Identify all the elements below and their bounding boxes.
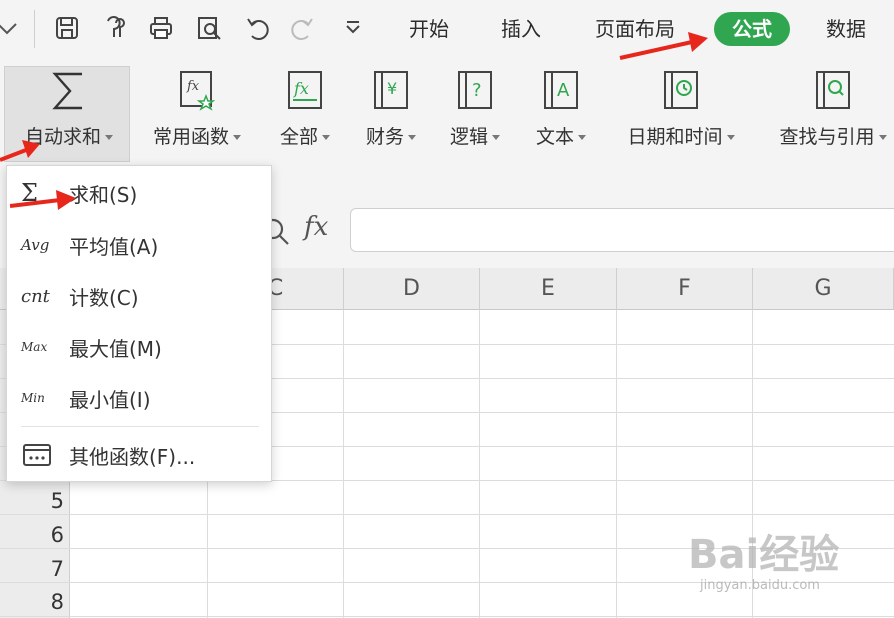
menu-separator [21, 426, 259, 427]
fx-star-icon: fx [177, 68, 217, 114]
grid-line [479, 310, 480, 618]
logic-question-icon: ? [455, 68, 495, 114]
menu-item-max[interactable]: Max 最大值(M) [7, 324, 271, 370]
function-dialog-icon [23, 444, 51, 466]
tab-insert[interactable]: 插入 [501, 12, 541, 46]
common-functions-button[interactable]: fx 常用函数 [142, 68, 252, 149]
common-functions-label: 常用函数 [152, 126, 229, 148]
tab-formulas[interactable]: 公式 [714, 12, 790, 46]
caret-down-icon [878, 134, 887, 140]
caret-down-icon [578, 134, 586, 140]
menu-item-label: 平均值(A) [69, 234, 159, 259]
annotation-arrow-sum [10, 190, 76, 210]
caret-down-icon [492, 134, 500, 140]
baidu-watermark-url: jingyan.baidu.com [700, 578, 820, 593]
finance-button[interactable]: ¥ 财务 [356, 68, 426, 149]
row-header-7[interactable]: 7 [0, 552, 70, 586]
annotation-arrow-formulas [619, 32, 708, 60]
svg-text:¥: ¥ [387, 79, 397, 98]
annotation-arrow-autosum [0, 140, 40, 162]
text-functions-button[interactable]: A 文本 [526, 68, 596, 149]
tab-data[interactable]: 数据 [826, 12, 866, 46]
grid-line [343, 310, 344, 618]
menu-item-label: 计数(C) [69, 285, 139, 310]
search-reference-icon [813, 68, 853, 114]
undo-icon[interactable] [242, 13, 272, 43]
date-time-button[interactable]: 日期和时间 [616, 68, 746, 149]
logic-button[interactable]: ? 逻辑 [440, 68, 510, 149]
svg-text:fx: fx [186, 79, 200, 94]
formula-input[interactable] [350, 208, 894, 252]
title-toolbar: 开始 插入 页面布局 公式 数据 [0, 0, 894, 58]
autosum-button[interactable]: 自动求和 [14, 68, 124, 149]
svg-text:?: ? [472, 80, 482, 101]
cnt-icon: cnt [21, 285, 50, 307]
menu-item-min[interactable]: Min 最小值(I) [7, 375, 271, 421]
fx-insert-function-button[interactable]: fx [304, 212, 328, 242]
text-a-icon: A [541, 68, 581, 114]
menu-item-label: 最小值(I) [69, 387, 151, 412]
customize-dropdown-icon[interactable] [338, 13, 368, 43]
chevron-down-icon[interactable] [0, 13, 22, 43]
logic-label: 逻辑 [449, 126, 488, 148]
print-preview-icon[interactable] [194, 13, 224, 43]
print-icon[interactable] [146, 13, 176, 43]
grid-line [616, 310, 617, 618]
save-icon[interactable] [52, 13, 82, 43]
menu-item-label: 其他函数(F)... [69, 444, 196, 469]
date-time-label: 日期和时间 [627, 126, 723, 148]
lookup-reference-button[interactable]: 查找与引用 [768, 68, 894, 149]
row-header-8[interactable]: 8 [0, 586, 70, 618]
max-icon: Max [21, 340, 48, 354]
row-header-5[interactable]: 5 [0, 484, 70, 518]
format-painter-icon[interactable] [100, 13, 130, 43]
menu-item-more-functions[interactable]: 其他函数(F)... [7, 432, 271, 478]
column-header-e[interactable]: E [480, 268, 617, 310]
menu-item-count[interactable]: cnt 计数(C) [7, 273, 271, 319]
grid-line [0, 514, 894, 515]
finance-yen-icon: ¥ [371, 68, 411, 114]
menu-item-label: 求和(S) [69, 182, 138, 207]
svg-text:fx: fx [293, 79, 309, 98]
lookup-reference-label: 查找与引用 [779, 126, 875, 148]
menu-item-average[interactable]: Avg 平均值(A) [7, 222, 271, 268]
toolbar-divider [34, 10, 35, 48]
column-header-g[interactable]: G [753, 268, 894, 310]
grid-line [0, 616, 894, 617]
caret-down-icon [322, 134, 330, 140]
finance-label: 财务 [365, 126, 404, 148]
column-header-f[interactable]: F [617, 268, 753, 310]
redo-icon[interactable] [288, 13, 318, 43]
all-functions-button[interactable]: fx 全部 [270, 68, 340, 149]
fx-all-icon: fx [285, 68, 325, 114]
avg-icon: Avg [21, 236, 50, 254]
caret-down-icon [105, 134, 113, 140]
caret-down-icon [408, 134, 416, 140]
menu-item-label: 最大值(M) [69, 336, 162, 361]
row-header-6[interactable]: 6 [0, 518, 70, 552]
caret-down-icon [233, 134, 241, 140]
sigma-icon [49, 68, 89, 114]
baidu-watermark: Bai经验 [688, 532, 840, 578]
tab-home[interactable]: 开始 [409, 12, 449, 46]
min-icon: Min [21, 391, 45, 405]
svg-text:A: A [557, 80, 570, 101]
text-functions-label: 文本 [535, 126, 574, 148]
clock-icon [661, 68, 701, 114]
caret-down-icon [726, 134, 735, 140]
all-functions-label: 全部 [279, 126, 318, 148]
column-header-d[interactable]: D [344, 268, 480, 310]
